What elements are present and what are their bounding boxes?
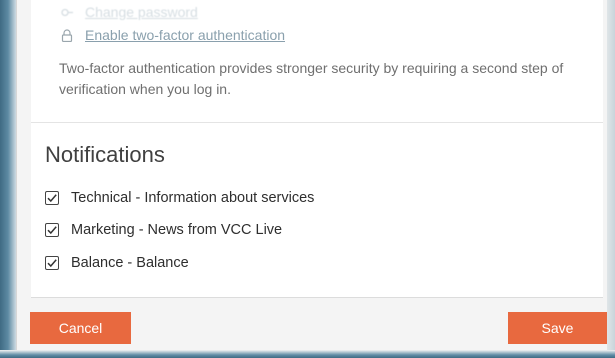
technical-label: Technical - Information about services bbox=[71, 190, 315, 206]
two-factor-description: Two-factor authentication provides stron… bbox=[59, 60, 564, 97]
notification-item-technical[interactable]: Technical - Information about services bbox=[45, 189, 314, 207]
marketing-label: Marketing - News from VCC Live bbox=[71, 222, 283, 238]
change-password-row[interactable]: Change password bbox=[61, 2, 198, 22]
balance-checkbox[interactable] bbox=[45, 256, 59, 270]
notification-item-marketing[interactable]: Marketing - News from VCC Live bbox=[45, 221, 282, 239]
page-bottom-edge bbox=[0, 350, 615, 358]
settings-dialog: Change password Enable two-factor authen… bbox=[16, 0, 607, 358]
check-icon bbox=[47, 194, 57, 203]
marketing-checkbox[interactable] bbox=[45, 223, 59, 237]
notification-item-balance[interactable]: Balance - Balance bbox=[45, 254, 189, 272]
two-factor-row[interactable]: Enable two-factor authentication bbox=[61, 25, 285, 45]
two-factor-link[interactable]: Enable two-factor authentication bbox=[85, 27, 285, 43]
technical-checkbox[interactable] bbox=[45, 191, 59, 205]
check-icon bbox=[47, 259, 57, 268]
check-icon bbox=[47, 226, 57, 235]
security-section: Change password Enable two-factor authen… bbox=[31, 0, 603, 122]
save-button[interactable]: Save bbox=[508, 312, 607, 344]
cancel-button[interactable]: Cancel bbox=[30, 312, 131, 344]
change-password-link[interactable]: Change password bbox=[85, 4, 198, 20]
notifications-title: Notifications bbox=[45, 142, 165, 167]
balance-label: Balance - Balance bbox=[71, 255, 189, 271]
lock-icon bbox=[61, 28, 73, 42]
key-icon bbox=[61, 6, 73, 19]
